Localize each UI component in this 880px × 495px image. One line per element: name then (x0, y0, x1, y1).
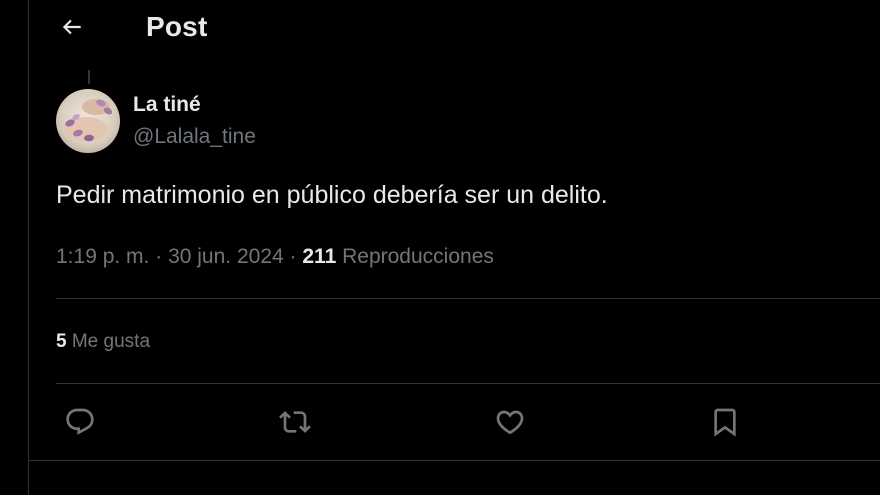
likes-link[interactable]: 5 Me gusta (56, 330, 150, 354)
repost-button[interactable] (275, 402, 315, 442)
avatar-image (56, 89, 120, 153)
bookmark-button[interactable] (705, 402, 745, 442)
divider (29, 460, 880, 461)
post-detail-column: Post La tiné @Lalala_tine Pedir matrimon… (28, 0, 880, 495)
author-handle[interactable]: @Lalala_tine (133, 124, 256, 150)
back-button[interactable] (55, 10, 89, 44)
arrow-left-icon (62, 19, 81, 35)
views-count: 211 (302, 245, 337, 268)
page-title: Post (146, 11, 208, 42)
divider (56, 383, 880, 384)
thread-connector-line (88, 70, 90, 84)
post-time[interactable]: 1:19 p. m. (56, 245, 149, 268)
like-button[interactable] (490, 402, 530, 442)
repost-icon (279, 411, 311, 433)
divider (56, 298, 880, 299)
meta-separator: · (155, 245, 163, 268)
reply-button[interactable] (60, 402, 100, 442)
post-date[interactable]: 30 jun. 2024 (168, 245, 284, 268)
post-author: La tiné @Lalala_tine (133, 92, 256, 150)
meta-separator: · (289, 245, 297, 268)
reply-icon (66, 408, 94, 435)
views-label: Reproducciones (342, 245, 494, 268)
post-text: Pedir matrimonio en público debería ser … (56, 181, 608, 209)
heart-icon (496, 410, 524, 435)
likes-label: Me gusta (71, 331, 151, 352)
post-metadata: 1:19 p. m. · 30 jun. 2024 · 211 Reproduc… (56, 244, 494, 270)
bookmark-icon (714, 408, 736, 437)
likes-count: 5 (56, 331, 67, 352)
header: Post (29, 0, 880, 56)
avatar[interactable] (56, 89, 120, 153)
author-display-name[interactable]: La tiné (133, 92, 256, 118)
